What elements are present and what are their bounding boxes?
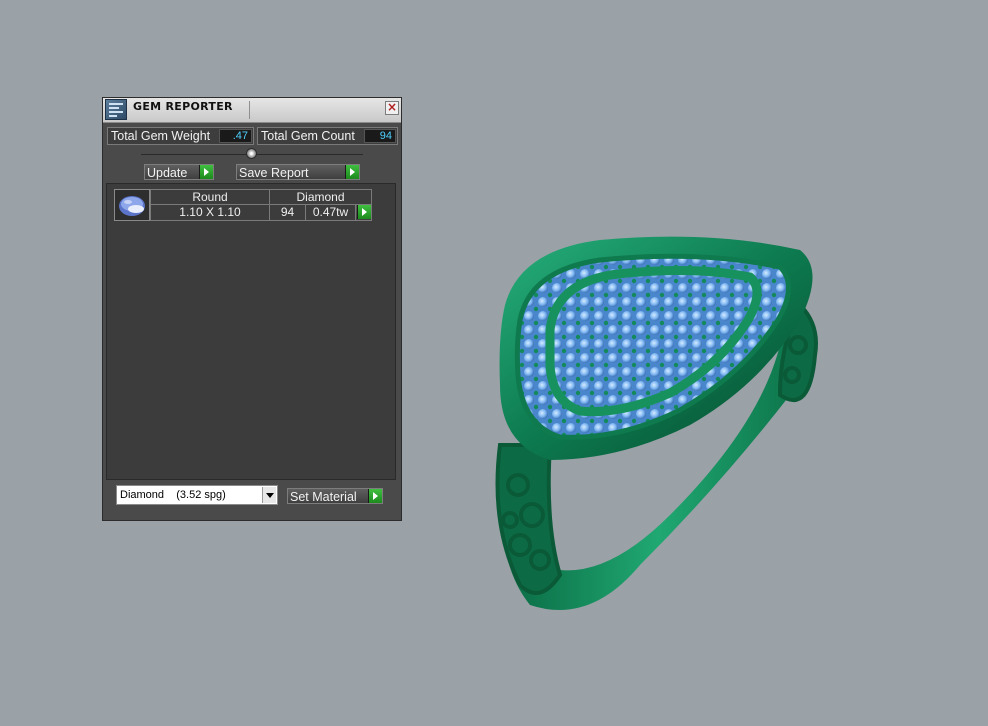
gem-size: 1.10 X 1.10 bbox=[150, 204, 270, 221]
gem-thumbnail bbox=[114, 189, 150, 221]
save-report-button-label: Save Report bbox=[239, 166, 309, 180]
total-gem-count-label: Total Gem Count bbox=[261, 129, 355, 143]
gem-reporter-panel: GEM REPORTER × Total Gem Weight .47 Tota… bbox=[102, 97, 402, 521]
ring-3d-viewport[interactable] bbox=[480, 225, 840, 625]
gem-list: Round Diamond 1.10 X 1.10 94 0.47tw bbox=[106, 183, 396, 480]
gem-weight: 0.47tw bbox=[305, 204, 356, 221]
gem-count: 94 bbox=[269, 204, 306, 221]
play-arrow-icon bbox=[345, 165, 359, 179]
chevron-down-icon[interactable] bbox=[262, 487, 276, 503]
title-bar[interactable]: GEM REPORTER × bbox=[103, 98, 401, 123]
title-divider bbox=[249, 101, 250, 119]
size-slider-handle[interactable] bbox=[246, 148, 257, 159]
material-selected-value: Diamond (3.52 spg) bbox=[120, 489, 226, 501]
material-dropdown[interactable]: Diamond (3.52 spg) bbox=[116, 485, 278, 505]
set-material-button-label: Set Material bbox=[290, 490, 357, 504]
gem-shape: Round bbox=[150, 189, 270, 205]
total-gem-weight-label: Total Gem Weight bbox=[111, 129, 211, 143]
total-gem-weight-field: Total Gem Weight .47 bbox=[107, 127, 254, 145]
total-gem-count-value: 94 bbox=[364, 129, 396, 143]
gem-reporter-app-icon bbox=[105, 99, 127, 120]
play-arrow-icon bbox=[357, 205, 371, 219]
close-button[interactable]: × bbox=[385, 101, 399, 115]
close-icon: × bbox=[386, 100, 398, 114]
gem-material: Diamond bbox=[269, 189, 372, 205]
update-button[interactable]: Update bbox=[144, 164, 214, 180]
gem-row-action-button[interactable] bbox=[355, 204, 372, 221]
play-arrow-icon bbox=[368, 489, 382, 503]
window-title: GEM REPORTER bbox=[133, 100, 233, 113]
total-gem-count-field: Total Gem Count 94 bbox=[257, 127, 398, 145]
round-diamond-icon bbox=[119, 196, 145, 216]
play-arrow-icon bbox=[199, 165, 213, 179]
set-material-button[interactable]: Set Material bbox=[287, 488, 383, 504]
save-report-button[interactable]: Save Report bbox=[236, 164, 360, 180]
pave-diamonds-field bbox=[517, 256, 789, 438]
total-gem-weight-value: .47 bbox=[219, 129, 252, 143]
update-button-label: Update bbox=[147, 166, 188, 180]
